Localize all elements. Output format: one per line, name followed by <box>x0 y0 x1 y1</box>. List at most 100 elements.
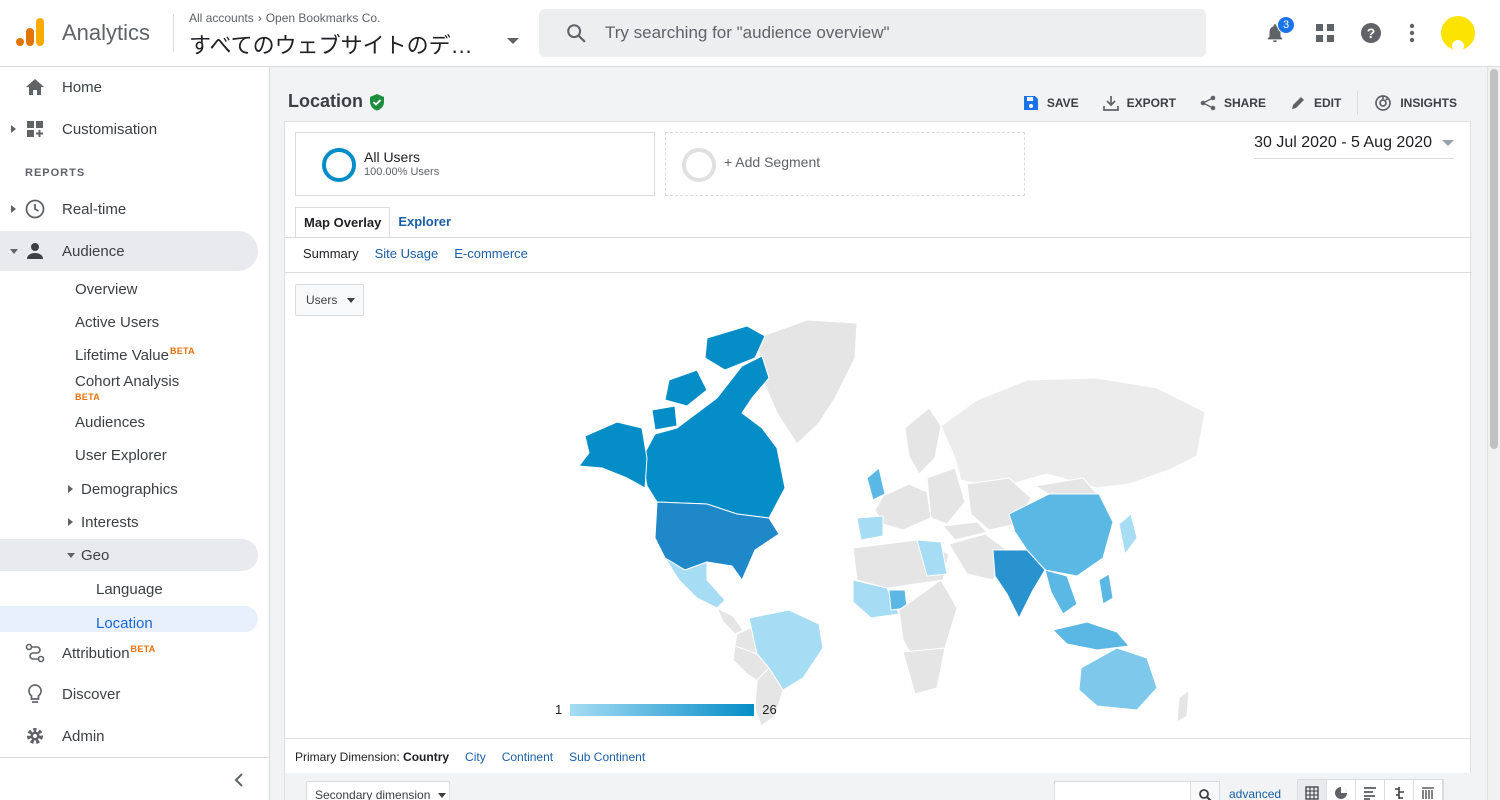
subtab-summary[interactable]: Summary <box>303 246 359 261</box>
pencil-icon <box>1291 97 1304 109</box>
region-southern-africa <box>902 647 946 695</box>
avatar[interactable] <box>1441 16 1475 50</box>
help-button[interactable]: ? <box>1358 20 1384 46</box>
export-button[interactable]: EXPORT <box>1102 95 1176 111</box>
pivot-view-button[interactable] <box>1414 780 1443 800</box>
page-scrollbar[interactable] <box>1487 67 1500 800</box>
sidebar-item-home[interactable]: Home <box>0 67 258 107</box>
tab-explorer[interactable]: Explorer <box>390 206 459 237</box>
sidebar-item-label: Audience <box>62 242 125 260</box>
secondary-dimension-dropdown[interactable]: Secondary dimension <box>306 781 450 800</box>
search-input[interactable] <box>605 23 1165 43</box>
subtab-ecommerce[interactable]: E-commerce <box>454 246 528 261</box>
sidebar-item-label: Lifetime Value <box>75 347 169 364</box>
help-icon: ? <box>1361 23 1381 43</box>
comparison-view-button[interactable] <box>1385 780 1414 800</box>
sidebar-item-label: Active Users <box>75 313 160 331</box>
primary-dimension-label: Primary Dimension: <box>295 750 400 764</box>
table-search-input[interactable] <box>1054 781 1191 800</box>
sidebar-item-demographics[interactable]: Demographics <box>0 473 258 505</box>
account-breadcrumb[interactable]: All accounts › Open Bookmarks Co. <box>189 11 380 25</box>
segment-percentage: 100.00% Users <box>364 166 440 178</box>
pie-view-button[interactable] <box>1327 780 1356 800</box>
table-search-button[interactable] <box>1190 781 1220 800</box>
edit-button[interactable]: EDIT <box>1290 95 1341 111</box>
advanced-filter-link[interactable]: advanced <box>1229 787 1281 800</box>
share-button[interactable]: SHARE <box>1200 95 1266 111</box>
table-view-button[interactable] <box>1298 780 1327 800</box>
sidebar-item-realtime[interactable]: Real-time <box>0 189 258 229</box>
view-tabs: Map Overlay Explorer <box>295 206 459 238</box>
sidebar: Home Customisation REPORTS Real-time Aud… <box>0 67 270 800</box>
sidebar-item-customisation[interactable]: Customisation <box>0 109 258 149</box>
person-icon <box>25 241 45 261</box>
insights-button[interactable]: INSIGHTS <box>1374 94 1457 112</box>
analytics-logo-icon[interactable] <box>14 16 46 48</box>
save-button[interactable]: SAVE <box>1023 95 1079 111</box>
sidebar-item-lifetime-value[interactable]: Lifetime ValueBETA <box>0 339 258 371</box>
region-russia <box>940 377 1206 489</box>
legend-min: 1 <box>555 702 563 717</box>
region-uk <box>866 467 886 501</box>
more-vert-icon <box>1409 23 1415 43</box>
performance-view-button[interactable] <box>1356 780 1385 800</box>
region-japan <box>1118 513 1138 555</box>
world-map[interactable] <box>557 318 1207 728</box>
view-selector[interactable]: すべてのウェブサイトのデータ <box>189 28 489 60</box>
sidebar-item-geo[interactable]: Geo <box>0 539 258 571</box>
insights-icon <box>1375 95 1392 111</box>
legend-gradient <box>570 703 755 716</box>
region-greenland <box>756 319 858 445</box>
expand-arrow-icon <box>68 518 73 526</box>
chevron-down-icon[interactable] <box>507 38 519 44</box>
tab-map-overlay[interactable]: Map Overlay <box>295 207 391 238</box>
sidebar-item-overview[interactable]: Overview <box>0 273 258 305</box>
bar-list-icon <box>1364 787 1376 800</box>
region-philippines <box>1098 573 1114 605</box>
scrollbar-thumb[interactable] <box>1490 69 1498 449</box>
sidebar-item-discover[interactable]: Discover <box>0 674 258 714</box>
dimension-option-sub-continent[interactable]: Sub Continent <box>569 750 645 764</box>
svg-text:?: ? <box>1367 25 1376 41</box>
sidebar-item-attribution[interactable]: AttributionBETA <box>0 633 258 673</box>
date-range-picker[interactable]: 30 Jul 2020 - 5 Aug 2020 <box>1254 134 1454 159</box>
app-title: Analytics <box>62 20 151 45</box>
sidebar-item-location[interactable]: Location <box>0 606 258 632</box>
more-options-button[interactable] <box>1399 20 1425 46</box>
segment-ring-icon <box>322 148 356 182</box>
subtab-site-usage[interactable]: Site Usage <box>375 246 439 261</box>
verified-shield-icon <box>370 93 384 110</box>
sidebar-item-label: Real-time <box>62 200 127 218</box>
dimension-option-city[interactable]: City <box>465 750 486 764</box>
sidebar-item-cohort-analysis[interactable]: Cohort Analysis BETA <box>0 373 258 407</box>
sidebar-item-language[interactable]: Language <box>0 573 258 605</box>
header-divider <box>173 14 174 52</box>
sidebar-item-audience[interactable]: Audience <box>0 231 258 271</box>
sidebar-item-label: Overview <box>75 280 138 298</box>
region-new-zealand <box>1176 689 1190 723</box>
sidebar-item-user-explorer[interactable]: User Explorer <box>0 439 258 471</box>
search-bar[interactable] <box>539 9 1206 57</box>
segment-all-users[interactable]: All Users 100.00% Users <box>295 132 655 196</box>
dimension-option-continent[interactable]: Continent <box>502 750 553 764</box>
save-icon <box>1023 96 1038 110</box>
add-segment-button[interactable]: + Add Segment <box>665 132 1025 196</box>
metric-selector[interactable]: Users <box>295 284 364 316</box>
primary-dimension-divider <box>285 738 1472 739</box>
region-indonesia <box>1052 621 1130 651</box>
sidebar-item-admin[interactable]: Admin <box>0 716 258 756</box>
map-legend: 1 26 <box>555 702 777 717</box>
chevron-down-icon <box>438 792 447 798</box>
apps-button[interactable] <box>1312 20 1338 46</box>
sidebar-item-audiences[interactable]: Audiences <box>0 406 258 438</box>
beta-badge: BETA <box>75 392 101 402</box>
sidebar-item-label: Geo <box>81 546 110 564</box>
add-segment-label: + Add Segment <box>724 154 821 170</box>
sidebar-item-active-users[interactable]: Active Users <box>0 306 258 338</box>
collapse-sidebar-button[interactable] <box>233 773 245 792</box>
expand-arrow-icon <box>68 485 73 493</box>
sidebar-item-label: Interests <box>81 513 139 531</box>
primary-dimension: Primary Dimension: Country City Continen… <box>295 750 645 764</box>
sidebar-item-label: Audiences <box>75 413 146 431</box>
sidebar-item-interests[interactable]: Interests <box>0 506 258 538</box>
